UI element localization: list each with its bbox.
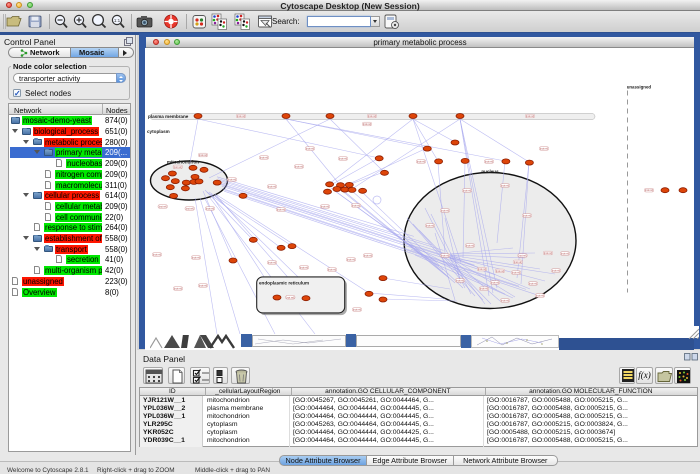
svg-text:[not rel]: [not rel] (514, 260, 522, 263)
svg-text:[not rel]: [not rel] (174, 287, 182, 290)
svg-text:cytoplasm: cytoplasm (147, 129, 170, 134)
svg-text:[not rel]: [not rel] (260, 156, 268, 159)
svg-text:[not rel]: [not rel] (286, 296, 294, 299)
svg-text:[not rel]: [not rel] (645, 189, 653, 192)
svg-text:[not rel]: [not rel] (552, 269, 560, 272)
svg-text:[not rel]: [not rel] (353, 308, 361, 311)
svg-text:[not rel]: [not rel] (441, 209, 449, 212)
svg-text:1:1: 1:1 (114, 18, 121, 23)
svg-text:[not rel]: [not rel] (228, 178, 236, 181)
svg-text:[not rel]: [not rel] (328, 268, 336, 271)
svg-text:[not rel]: [not rel] (199, 284, 207, 287)
svg-text:[not rel]: [not rel] (277, 208, 285, 211)
svg-text:[not rel]: [not rel] (480, 287, 488, 290)
svg-text:[not rel]: [not rel] (526, 115, 534, 118)
svg-text:[not rel]: [not rel] (206, 207, 214, 210)
svg-text:[not rel]: [not rel] (501, 299, 509, 302)
svg-text:[not rel]: [not rel] (456, 279, 464, 282)
svg-text:[not rel]: [not rel] (426, 224, 434, 227)
svg-text:[not rel]: [not rel] (523, 214, 531, 217)
svg-text:[not rel]: [not rel] (268, 185, 276, 188)
svg-text:[not rel]: [not rel] (295, 165, 303, 168)
svg-text:[not rel]: [not rel] (441, 254, 449, 257)
svg-text:nucleus: nucleus (481, 169, 499, 174)
svg-text:[not rel]: [not rel] (363, 123, 371, 126)
svg-text:[not rel]: [not rel] (192, 256, 200, 259)
svg-text:[not rel]: [not rel] (339, 157, 347, 160)
svg-text:[not rel]: [not rel] (159, 205, 167, 208)
svg-text:[not rel]: [not rel] (463, 189, 471, 192)
svg-text:[not rel]: [not rel] (519, 254, 527, 257)
svg-text:endoplasmic reticulum: endoplasmic reticulum (259, 280, 309, 285)
svg-text:[not rel]: [not rel] (306, 147, 314, 150)
svg-text:[not rel]: [not rel] (186, 207, 194, 210)
svg-text:[not rel]: [not rel] (529, 282, 537, 285)
svg-text:[not rel]: [not rel] (199, 154, 207, 157)
svg-text:[not rel]: [not rel] (512, 271, 520, 274)
svg-text:[not rel]: [not rel] (491, 281, 499, 284)
svg-text:[not rel]: [not rel] (237, 115, 245, 118)
svg-text:[not rel]: [not rel] (347, 258, 355, 261)
svg-text:[not rel]: [not rel] (174, 165, 182, 168)
svg-text:plasma membrane: plasma membrane (148, 114, 189, 119)
svg-text:unassigned: unassigned (627, 84, 652, 89)
svg-text:[not rel]: [not rel] (496, 269, 504, 272)
svg-text:[not rel]: [not rel] (417, 160, 425, 163)
svg-text:mitochondrion: mitochondrion (167, 159, 199, 164)
svg-text:[not rel]: [not rel] (466, 244, 474, 247)
svg-text:[not rel]: [not rel] (368, 115, 376, 118)
svg-text:[not rel]: [not rel] (540, 147, 548, 150)
svg-text:[not rel]: [not rel] (501, 184, 509, 187)
svg-text:[not rel]: [not rel] (544, 252, 552, 255)
svg-text:[not rel]: [not rel] (364, 254, 372, 257)
svg-text:[not rel]: [not rel] (268, 261, 276, 264)
svg-text:[not rel]: [not rel] (352, 204, 360, 207)
svg-text:[not rel]: [not rel] (300, 266, 308, 269)
svg-text:[not rel]: [not rel] (478, 268, 486, 271)
svg-text:[not rel]: [not rel] (153, 253, 161, 256)
svg-text:[not rel]: [not rel] (561, 252, 569, 255)
svg-text:[not rel]: [not rel] (536, 294, 544, 297)
svg-text:[not rel]: [not rel] (321, 205, 329, 208)
svg-text:[not rel]: [not rel] (485, 160, 493, 163)
